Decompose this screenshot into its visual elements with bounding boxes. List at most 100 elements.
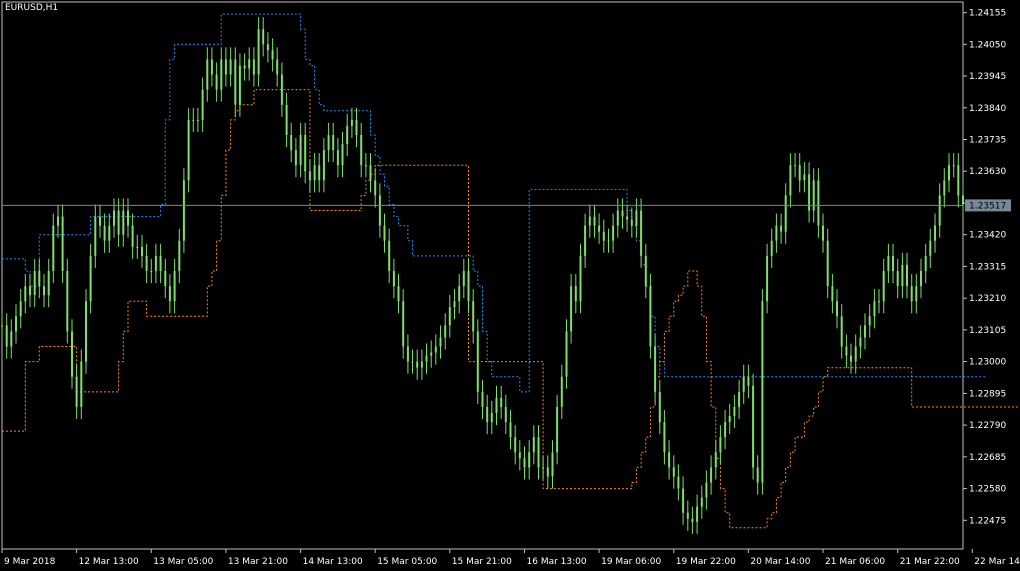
x-tick-label: 21 Mar 22:00 bbox=[900, 557, 960, 567]
candle-body bbox=[509, 422, 512, 438]
x-tick-label: 12 Mar 13:00 bbox=[79, 557, 139, 567]
y-tick-label: 1.22475 bbox=[969, 516, 1006, 526]
candle-body bbox=[215, 74, 218, 90]
x-tick-label: 20 Mar 14:00 bbox=[750, 557, 810, 567]
candle-body bbox=[794, 165, 797, 167]
candle-body bbox=[486, 407, 489, 423]
candle-body bbox=[10, 331, 13, 347]
candle-body bbox=[406, 346, 409, 362]
candle-body bbox=[514, 437, 517, 453]
candle-body bbox=[565, 331, 568, 377]
candle-body bbox=[556, 407, 559, 453]
candle-body bbox=[943, 180, 946, 196]
x-tick-label: 15 Mar 05:00 bbox=[377, 557, 437, 567]
y-tick-label: 1.22685 bbox=[969, 453, 1006, 463]
y-tick-label: 1.24155 bbox=[969, 9, 1006, 19]
candle-body bbox=[229, 59, 232, 75]
x-tick-label: 15 Mar 21:00 bbox=[452, 557, 512, 567]
candle-body bbox=[80, 361, 83, 407]
candle-body bbox=[85, 301, 87, 362]
candle-body bbox=[602, 231, 605, 241]
candle-body bbox=[402, 301, 405, 347]
candle-body bbox=[462, 271, 465, 287]
y-tick-label: 1.23630 bbox=[969, 167, 1006, 177]
candle-body bbox=[476, 331, 479, 392]
candle-body bbox=[113, 210, 115, 226]
candle-body bbox=[952, 165, 955, 167]
candle-body bbox=[714, 452, 717, 468]
candle-body bbox=[280, 74, 283, 105]
candle-body bbox=[560, 376, 563, 407]
x-tick-label: 13 Mar 05:00 bbox=[153, 557, 213, 567]
candle-body bbox=[234, 59, 237, 105]
candle-body bbox=[43, 286, 45, 296]
candle-body bbox=[57, 216, 59, 226]
candle-body bbox=[616, 210, 619, 226]
candle-body bbox=[94, 216, 97, 256]
candle-body bbox=[929, 240, 932, 256]
x-tick-label: 13 Mar 21:00 bbox=[228, 557, 288, 567]
candle-body bbox=[654, 346, 657, 392]
candle-body bbox=[574, 286, 577, 302]
candle-body bbox=[285, 104, 288, 135]
candle-body bbox=[108, 225, 111, 241]
candle-body bbox=[733, 407, 736, 417]
candle-body bbox=[826, 240, 829, 286]
candle-body bbox=[859, 337, 862, 347]
candle-body bbox=[836, 301, 838, 317]
price-chart[interactable]: 1.24155 1.24050 1.23945 1.23840 1.23735 1.236… bbox=[0, 0, 1020, 571]
candle-body bbox=[266, 44, 269, 51]
candle-body bbox=[910, 286, 913, 302]
candle-body bbox=[99, 216, 101, 226]
candle-body bbox=[873, 301, 876, 317]
candle-body bbox=[220, 59, 223, 90]
candle-body bbox=[145, 255, 148, 271]
lower-band-line bbox=[2, 89, 1020, 529]
candle-body bbox=[159, 255, 162, 271]
candle-body bbox=[252, 59, 255, 75]
candle-body bbox=[752, 385, 755, 468]
candle-body bbox=[756, 467, 759, 483]
candle-body bbox=[789, 165, 792, 196]
candle-body bbox=[915, 286, 918, 302]
candle-body bbox=[327, 135, 330, 151]
candle-body bbox=[271, 50, 274, 60]
candle-body bbox=[630, 219, 633, 226]
candle-body bbox=[322, 150, 325, 181]
candle-body bbox=[546, 467, 549, 477]
candle-body bbox=[766, 255, 769, 302]
candle-body bbox=[957, 165, 960, 196]
candle-body bbox=[948, 165, 950, 181]
candle-body bbox=[388, 240, 391, 271]
candle-body bbox=[612, 225, 615, 241]
chart-canvas[interactable]: 1.24155 1.24050 1.23945 1.23840 1.23735 1.236… bbox=[0, 0, 1020, 571]
candle-body bbox=[658, 391, 661, 423]
candle-body bbox=[453, 301, 456, 308]
candle-body bbox=[360, 135, 363, 166]
candle-body bbox=[154, 255, 157, 271]
candle-body bbox=[420, 361, 423, 368]
x-tick-label: 16 Mar 13:00 bbox=[527, 557, 587, 567]
candle-body bbox=[425, 355, 428, 362]
candle-body bbox=[178, 240, 181, 271]
candle-body bbox=[677, 476, 680, 489]
candle-body bbox=[747, 376, 750, 386]
candle-body bbox=[672, 467, 675, 477]
candle-body bbox=[896, 271, 899, 287]
candle-body bbox=[490, 413, 493, 423]
candle-body bbox=[117, 210, 120, 235]
candle-body bbox=[168, 286, 171, 302]
candle-body bbox=[434, 346, 437, 353]
candle-body bbox=[812, 180, 815, 211]
candle-body bbox=[528, 452, 531, 468]
candle-body bbox=[696, 506, 699, 522]
candle-body bbox=[668, 452, 671, 468]
candle-body bbox=[448, 307, 451, 326]
candle-body bbox=[845, 346, 848, 356]
candle-body bbox=[150, 271, 153, 272]
candle-body bbox=[892, 255, 894, 271]
candle-body bbox=[803, 174, 806, 181]
candle-body bbox=[136, 246, 139, 248]
y-tick-label: 1.23210 bbox=[969, 294, 1006, 304]
candle-body bbox=[607, 240, 610, 242]
